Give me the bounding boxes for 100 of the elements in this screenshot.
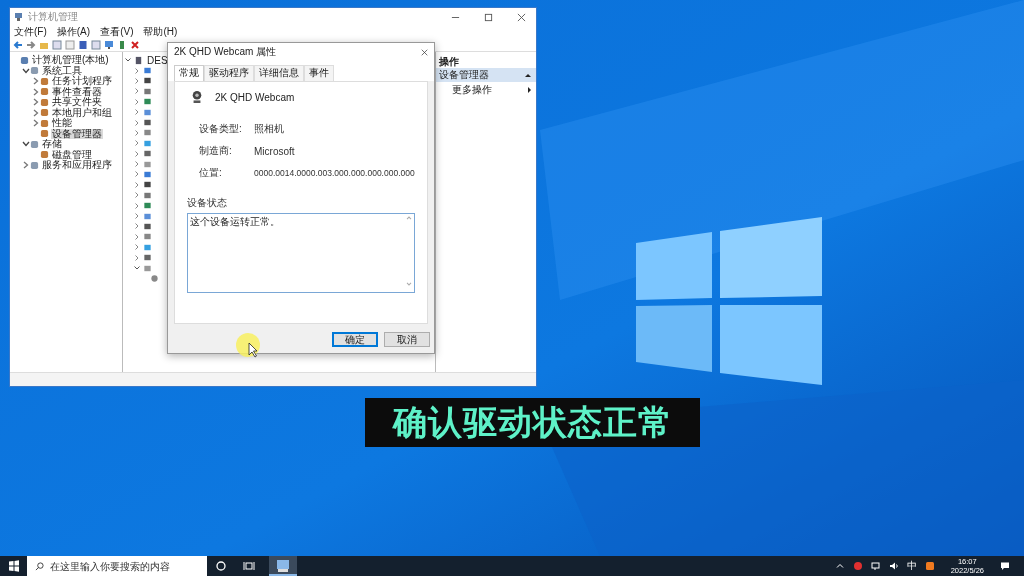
expand-icon[interactable] xyxy=(133,149,141,158)
node-icon xyxy=(40,118,49,128)
search-field[interactable]: 在这里输入你要搜索的内容 xyxy=(27,556,207,576)
dialog-button[interactable]: 确定 xyxy=(332,332,378,347)
tree-item[interactable]: 本地用户和组 xyxy=(51,107,113,118)
expand-icon[interactable] xyxy=(133,97,141,106)
node-icon xyxy=(40,108,49,118)
delete-icon[interactable] xyxy=(130,39,140,50)
node-icon xyxy=(30,160,39,170)
back-icon[interactable] xyxy=(13,39,23,50)
node-icon xyxy=(30,139,39,149)
tree-item[interactable]: 磁盘管理 xyxy=(51,149,93,160)
tab[interactable]: 事件 xyxy=(304,65,334,81)
action-item[interactable]: 更多操作 xyxy=(436,82,536,98)
task-view-icon[interactable] xyxy=(243,560,255,572)
actions-section[interactable]: 设备管理器 xyxy=(436,68,536,82)
collapse-icon[interactable] xyxy=(133,264,141,272)
expand-icon[interactable] xyxy=(133,191,141,200)
cortana-icon[interactable] xyxy=(215,560,227,572)
app-tray-icon[interactable] xyxy=(852,561,863,571)
tree-item[interactable]: 事件查看器 xyxy=(51,86,103,97)
scrollbar-icon xyxy=(406,215,412,287)
tab[interactable]: 详细信息 xyxy=(254,65,304,81)
property-value: Microsoft xyxy=(254,145,296,157)
forward-icon[interactable] xyxy=(26,39,36,50)
expand-icon[interactable] xyxy=(133,160,141,169)
expand-icon[interactable] xyxy=(133,170,141,179)
tab[interactable]: 常规 xyxy=(174,65,204,81)
node-icon xyxy=(30,66,39,76)
expand-icon[interactable] xyxy=(133,76,141,85)
expand-icon[interactable] xyxy=(133,118,141,127)
tree-item[interactable]: 服务和应用程序 xyxy=(41,160,113,171)
expand-icon[interactable] xyxy=(133,66,141,75)
expand-icon[interactable] xyxy=(32,77,40,86)
collapse-icon[interactable] xyxy=(525,73,531,77)
maximize-icon[interactable] xyxy=(484,12,493,22)
expand-icon[interactable] xyxy=(133,253,141,262)
expand-icon[interactable] xyxy=(32,108,40,117)
menu-item[interactable]: 操作(A) xyxy=(56,26,91,38)
expand-icon[interactable] xyxy=(133,128,141,137)
tree-item[interactable]: DES xyxy=(147,54,168,66)
tree-item[interactable]: 共享文件夹 xyxy=(51,97,103,108)
expand-icon[interactable] xyxy=(133,243,141,252)
expand-icon[interactable] xyxy=(133,212,141,221)
tree-item[interactable]: 设备管理器 xyxy=(51,128,103,139)
device-name: 2K QHD Webcam xyxy=(215,91,295,103)
expand-icon[interactable] xyxy=(133,232,141,241)
app-icon xyxy=(14,12,24,22)
network-icon[interactable] xyxy=(870,561,881,571)
input-method-indicator[interactable]: 中 xyxy=(906,559,917,573)
monitor-icon[interactable] xyxy=(104,39,114,50)
camera-icon xyxy=(150,273,159,283)
status-label: 设备状态 xyxy=(187,196,228,210)
taskbar-app-icon[interactable] xyxy=(269,556,297,576)
actions-heading: 操作 xyxy=(438,55,460,68)
input-method-icon[interactable] xyxy=(924,561,935,571)
volume-icon[interactable] xyxy=(888,561,899,571)
close-icon[interactable] xyxy=(421,48,428,56)
expand-icon[interactable] xyxy=(32,87,40,96)
expand-icon[interactable] xyxy=(133,201,141,210)
menu-item[interactable]: 查看(V) xyxy=(100,26,134,38)
tree-item[interactable]: 任务计划程序 xyxy=(51,76,113,87)
status-text-box[interactable]: 这个设备运转正常。 xyxy=(187,213,415,293)
webcam-icon xyxy=(191,90,203,104)
collapse-icon[interactable] xyxy=(22,66,30,75)
menu-item[interactable]: 帮助(H) xyxy=(143,26,178,38)
expand-icon[interactable] xyxy=(133,87,141,96)
collapse-icon[interactable] xyxy=(22,140,30,149)
tree-item[interactable]: 性能 xyxy=(51,118,73,129)
expand-icon[interactable] xyxy=(133,180,141,189)
notification-icon[interactable] xyxy=(1000,561,1010,571)
tree-item[interactable]: 存储 xyxy=(41,139,63,150)
tree-item[interactable]: 系统工具 xyxy=(41,65,83,76)
window-title: 计算机管理 xyxy=(28,10,78,24)
expand-icon[interactable] xyxy=(32,119,40,128)
expand-icon[interactable] xyxy=(32,98,40,107)
node-icon xyxy=(20,55,29,65)
tab[interactable]: 驱动程序 xyxy=(204,65,254,81)
close-icon[interactable] xyxy=(517,12,526,22)
node-icon xyxy=(40,76,49,86)
dialog-button[interactable]: 取消 xyxy=(384,332,430,347)
property-label: 设备类型: xyxy=(199,122,243,136)
tree-item[interactable]: 计算机管理(本地) xyxy=(31,55,110,66)
expand-icon[interactable] xyxy=(133,222,141,231)
node-icon xyxy=(40,97,49,107)
expand-icon[interactable] xyxy=(22,161,30,170)
panel-icon[interactable] xyxy=(52,39,62,50)
property-value: 照相机 xyxy=(254,122,285,136)
subtitle-caption: 确认驱动状态正常 xyxy=(365,398,700,447)
node-icon xyxy=(40,87,49,97)
expand-icon[interactable] xyxy=(133,108,141,117)
menu-item[interactable]: 文件(F) xyxy=(14,26,47,38)
chevron-up-icon[interactable] xyxy=(834,561,845,571)
device-icon[interactable] xyxy=(117,39,127,50)
help-icon[interactable] xyxy=(78,39,88,50)
submenu-icon xyxy=(528,87,531,93)
expand-icon[interactable] xyxy=(133,139,141,148)
property-label: 制造商: xyxy=(199,144,233,158)
node-icon xyxy=(40,129,49,139)
computer-icon xyxy=(134,55,143,65)
